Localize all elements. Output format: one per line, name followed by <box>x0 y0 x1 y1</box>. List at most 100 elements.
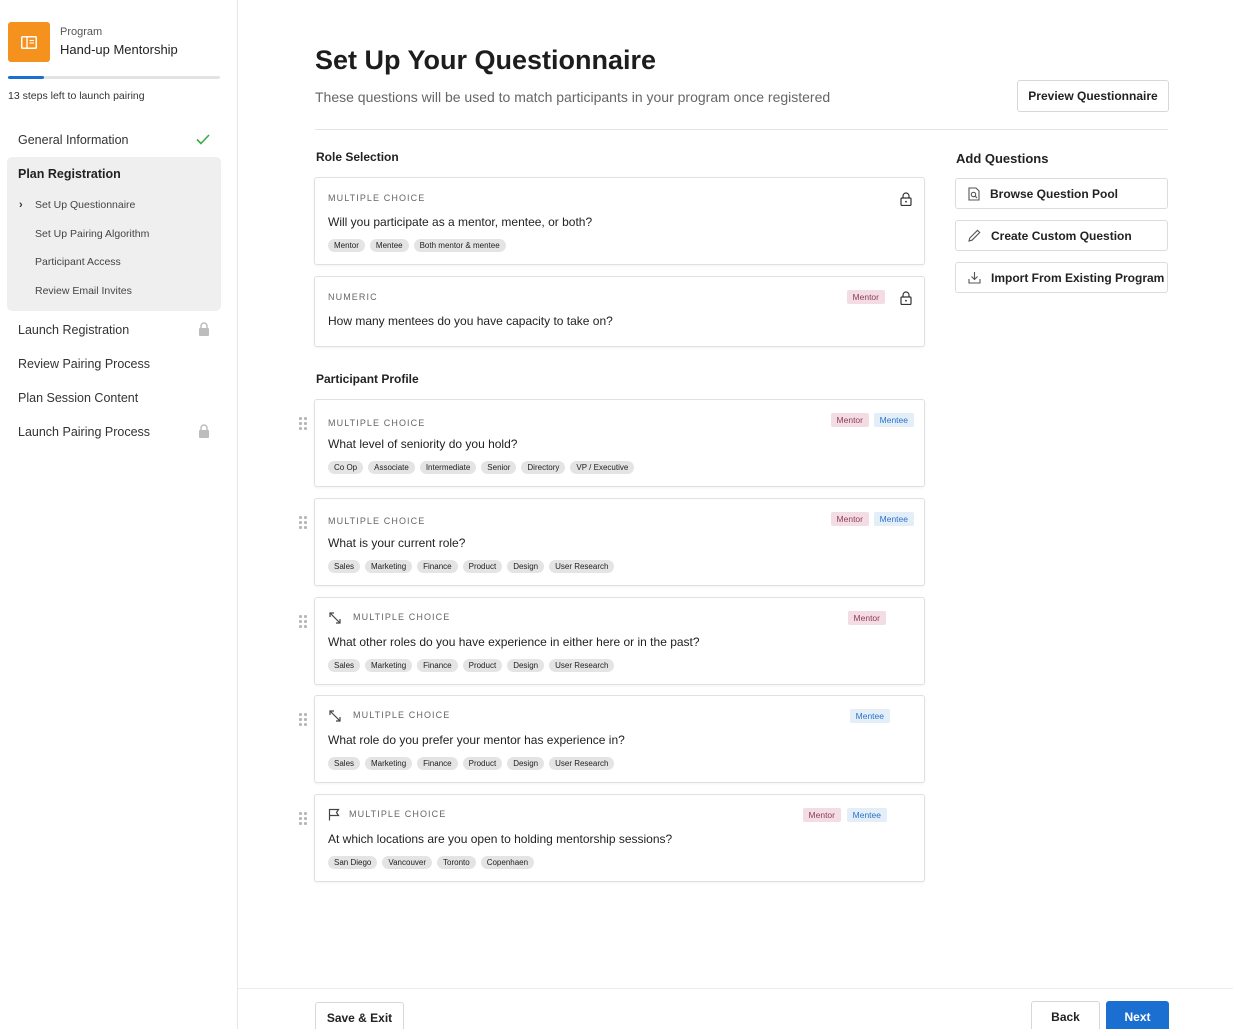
checkmark-icon <box>196 132 210 148</box>
question-card[interactable]: MULTIPLE CHOICE Mentee What role do you … <box>314 695 925 783</box>
option-chip: Sales <box>328 560 361 573</box>
sidebar-subitem-label: Set Up Questionnaire <box>35 199 136 212</box>
lock-icon <box>900 192 912 206</box>
option-chip: Marketing <box>365 757 413 770</box>
flag-icon <box>328 808 340 821</box>
mentee-badge: Mentee <box>849 709 890 723</box>
preview-questionnaire-button[interactable]: Preview Questionnaire <box>1017 80 1169 112</box>
mentor-badge: Mentor <box>802 808 841 822</box>
sidebar-item-label: Plan Session Content <box>18 391 139 405</box>
drag-handle-icon[interactable] <box>299 516 309 531</box>
sidebar-item-plan-session-content[interactable]: Plan Session Content <box>7 381 221 415</box>
question-text: How many mentees do you have capacity to… <box>328 314 613 328</box>
question-card[interactable]: MULTIPLE CHOICE Mentor Mentee What is yo… <box>314 498 925 586</box>
pencil-icon <box>968 229 981 242</box>
option-chip: Mentee <box>369 239 409 252</box>
footer-divider <box>238 988 1233 989</box>
sidebar-subitem-label: Participant Access <box>35 256 121 269</box>
option-chip: Directory <box>521 461 566 474</box>
option-chip: Product <box>462 659 503 672</box>
mentor-badge: Mentor <box>846 290 885 304</box>
option-chip: Finance <box>417 757 458 770</box>
save-exit-button[interactable]: Save & Exit <box>315 1002 404 1029</box>
sidebar-subitem-set-up-pairing-algorithm[interactable]: Set Up Pairing Algorithm <box>7 220 221 249</box>
question-text: What is your current role? <box>328 536 466 550</box>
participant-profile-title: Participant Profile <box>316 372 419 386</box>
match-arrows-icon <box>329 612 341 624</box>
program-book-icon <box>8 22 50 62</box>
drag-handle-icon[interactable] <box>299 812 309 827</box>
sidebar-item-label: Plan Registration <box>18 167 121 181</box>
add-questions-title: Add Questions <box>956 151 1049 166</box>
drag-handle-icon[interactable] <box>299 713 309 728</box>
import-from-existing-program-button[interactable]: Import From Existing Program <box>955 262 1168 293</box>
option-chip: Sales <box>328 659 361 672</box>
question-card[interactable]: NUMERIC Mentor How many mentees do you h… <box>314 276 925 347</box>
steps-left-text: 13 steps left to launch pairing <box>8 90 145 102</box>
question-card[interactable]: MULTIPLE CHOICE Will you participate as … <box>314 177 925 265</box>
mentee-badge: Mentee <box>873 413 914 427</box>
drag-handle-icon[interactable] <box>299 615 309 630</box>
option-chip: User Research <box>549 659 615 672</box>
sidebar-subitem-review-email-invites[interactable]: Review Email Invites <box>7 277 221 306</box>
option-chip: San Diego <box>328 856 378 869</box>
sidebar: Program Hand-up Mentorship 13 steps left… <box>0 0 238 1029</box>
option-chips: Sales Marketing Finance Product Design U… <box>328 560 615 573</box>
button-label: Create Custom Question <box>991 228 1132 243</box>
question-text: Will you participate as a mentor, mentee… <box>328 215 593 229</box>
question-text: What role do you prefer your mentor has … <box>328 733 625 747</box>
option-chip: Copenhaen <box>480 856 535 869</box>
option-chip: Marketing <box>365 659 413 672</box>
sidebar-subitem-set-up-questionnaire[interactable]: › Set Up Questionnaire <box>7 191 221 220</box>
chevron-right-icon: › <box>19 199 23 212</box>
option-chip: Design <box>507 560 545 573</box>
question-card[interactable]: MULTIPLE CHOICE Mentor Mentee What level… <box>314 399 925 487</box>
question-card[interactable]: MULTIPLE CHOICE Mentor Mentee At which l… <box>314 794 925 882</box>
question-type: MULTIPLE CHOICE <box>353 612 451 622</box>
program-name: Hand-up Mentorship <box>60 42 178 57</box>
option-chips: Co Op Associate Intermediate Senior Dire… <box>328 461 635 474</box>
option-chip: User Research <box>549 560 615 573</box>
sidebar-item-general-information[interactable]: General Information <box>7 123 221 157</box>
option-chip: Product <box>462 757 503 770</box>
create-custom-question-button[interactable]: Create Custom Question <box>955 220 1168 251</box>
lock-icon <box>198 423 210 441</box>
question-type: MULTIPLE CHOICE <box>328 418 426 428</box>
next-button[interactable]: Next <box>1106 1001 1169 1029</box>
question-card[interactable]: MULTIPLE CHOICE Mentor What other roles … <box>314 597 925 685</box>
option-chip: Both mentor & mentee <box>413 239 506 252</box>
lock-icon <box>198 321 210 339</box>
option-chip: Intermediate <box>419 461 477 474</box>
mentor-badge: Mentor <box>830 413 869 427</box>
sidebar-group-plan-registration: Plan Registration › Set Up Questionnaire… <box>7 157 221 311</box>
sidebar-item-review-pairing-process[interactable]: Review Pairing Process <box>7 347 221 381</box>
sidebar-item-label: Launch Registration <box>18 323 130 337</box>
sidebar-item-launch-registration[interactable]: Launch Registration <box>7 313 221 347</box>
option-chip: User Research <box>549 757 615 770</box>
option-chip: Mentor <box>328 239 365 252</box>
match-arrows-icon <box>329 710 341 722</box>
sidebar-subitem-label: Review Email Invites <box>35 284 132 297</box>
question-type: NUMERIC <box>328 292 378 302</box>
sidebar-item-label: General Information <box>18 133 129 147</box>
header-divider <box>315 129 1168 130</box>
search-document-icon <box>968 186 980 201</box>
drag-handle-icon[interactable] <box>299 417 309 432</box>
mentee-badge: Mentee <box>873 512 914 526</box>
program-label: Program <box>60 26 103 38</box>
mentor-badge: Mentor <box>847 611 886 625</box>
sidebar-subitem-participant-access[interactable]: Participant Access <box>7 248 221 277</box>
button-label: Import From Existing Program <box>991 270 1165 285</box>
option-chip: Design <box>507 659 545 672</box>
option-chip: Finance <box>417 659 458 672</box>
browse-question-pool-button[interactable]: Browse Question Pool <box>955 178 1168 209</box>
option-chip: Product <box>462 560 503 573</box>
sidebar-item-plan-registration[interactable]: Plan Registration <box>7 157 221 191</box>
back-button[interactable]: Back <box>1031 1001 1100 1029</box>
question-type: MULTIPLE CHOICE <box>349 809 447 819</box>
option-chip: Associate <box>368 461 415 474</box>
sidebar-item-label: Launch Pairing Process <box>18 425 151 439</box>
launch-progress-bar <box>8 76 220 79</box>
option-chips: Sales Marketing Finance Product Design U… <box>328 757 615 770</box>
sidebar-item-launch-pairing-process[interactable]: Launch Pairing Process <box>7 415 221 449</box>
